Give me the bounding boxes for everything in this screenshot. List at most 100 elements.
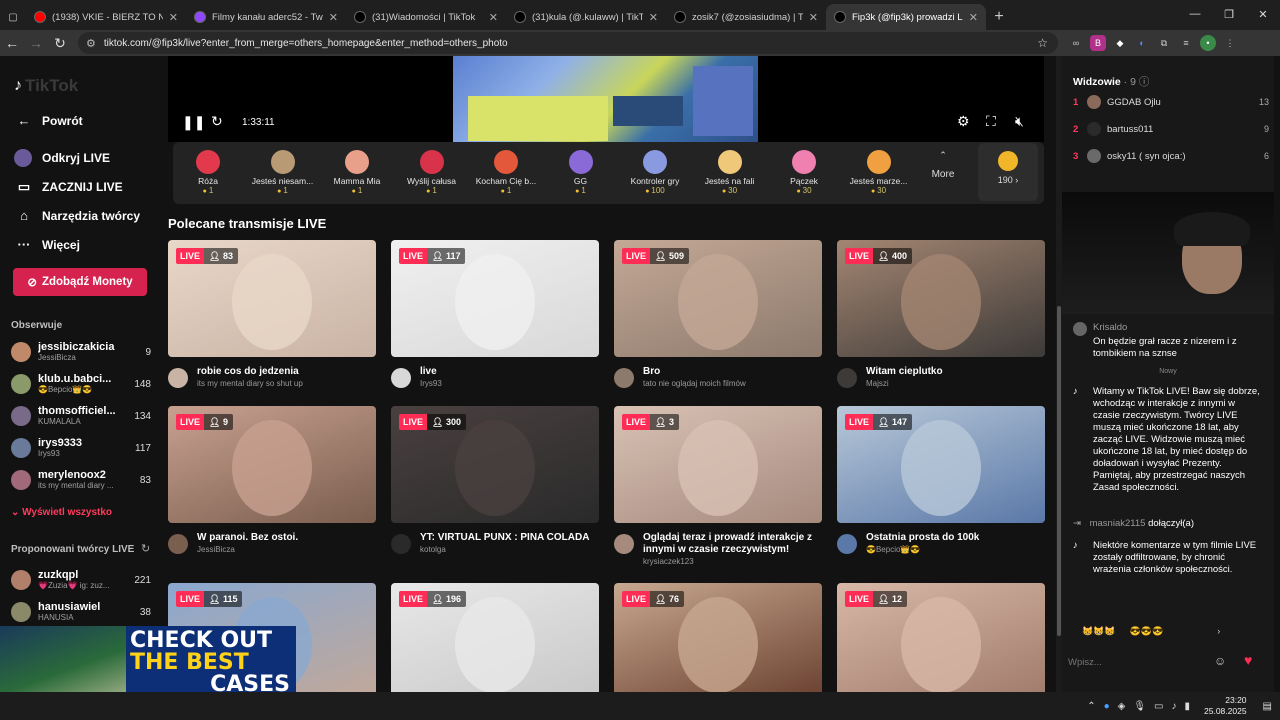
back-icon[interactable]: ← <box>0 31 24 55</box>
extension-icon-2[interactable]: B <box>1090 35 1106 51</box>
gift-item[interactable]: Wyślij całusa1 <box>397 146 467 195</box>
new-tab-button[interactable]: + <box>986 4 1012 30</box>
live-thumbnail[interactable]: LIVE 👤︎ 83 <box>168 240 376 357</box>
coin-balance[interactable]: 190 › <box>978 143 1038 201</box>
live-card[interactable]: LIVE 👤︎ 117 live Irys93 <box>391 240 599 389</box>
notifications-icon[interactable]: ▤ <box>1263 701 1272 712</box>
live-thumbnail[interactable]: LIVE 👤︎ 509 <box>614 240 822 357</box>
refresh-icon[interactable]: ↻ <box>141 542 150 555</box>
chevron-right-icon[interactable]: › <box>1217 626 1220 637</box>
live-thumbnail[interactable]: LIVE 👤︎ 3 <box>614 406 822 523</box>
browser-tab[interactable]: (31)kula (@.kulaww) | TikTok ✕ <box>506 4 666 30</box>
restore-icon[interactable]: ❐ <box>1212 0 1246 28</box>
tiktok-logo[interactable]: ♪ TikTok <box>14 76 78 96</box>
live-thumbnail[interactable]: LIVE 👤︎ 76 <box>614 583 822 700</box>
reading-list-icon[interactable]: ≡ <box>1178 35 1194 51</box>
gift-item[interactable]: Jesteś niesam...1 <box>248 146 318 195</box>
microphone-icon[interactable]: 🎙︎ <box>1133 701 1146 712</box>
suggested-item[interactable]: zuzkqpl 💗Zuzia💗 ig: zuz... 221 <box>11 567 151 593</box>
close-tab-icon[interactable]: ✕ <box>489 11 498 24</box>
heart-icon[interactable]: ♥ <box>1244 652 1252 668</box>
live-player[interactable]: ❚❚ ↻ 1:33:11 ⚙ ⛶ 🔇︎ <box>168 56 1044 142</box>
show-all-link[interactable]: ⌄ Wyświetl wszystko <box>11 507 112 518</box>
live-card[interactable]: LIVE 👤︎ 400 Witam cieplutko Majszi <box>837 240 1045 389</box>
gift-item[interactable]: Róża1 <box>173 146 243 195</box>
live-card[interactable]: LIVE 👤︎ 76 <box>614 583 822 700</box>
gift-item[interactable]: Mamma Mia1 <box>322 146 392 195</box>
extensions-puzzle-icon[interactable]: ⧉ <box>1156 35 1172 51</box>
live-thumbnail[interactable]: LIVE 👤︎ 400 <box>837 240 1045 357</box>
browser-tab[interactable]: Fip3k (@fip3k) prowadzi LIVE ✕ <box>826 4 986 30</box>
clock[interactable]: 23:20 25.08.2025 <box>1204 695 1247 717</box>
get-coins-button[interactable]: ⊘ Zdobądź Monety <box>13 268 147 296</box>
live-card[interactable]: LIVE 👤︎ 509 Bro tato nie oglądaj moich fil… <box>614 240 822 389</box>
live-thumbnail[interactable]: LIVE 👤︎ 12 <box>837 583 1045 700</box>
live-card[interactable]: LIVE 👤︎ 83 robie cos do jedzenia its my me… <box>168 240 376 389</box>
browser-tab[interactable]: Filmy kanału aderc52 - Twitch ✕ <box>186 4 346 30</box>
close-tab-icon[interactable]: ✕ <box>649 11 658 24</box>
following-item[interactable]: thomsofficiel... KUMALALA 134 <box>11 403 151 429</box>
live-thumbnail[interactable]: LIVE 👤︎ 117 <box>391 240 599 357</box>
nav-more[interactable]: ··· Więcej <box>14 237 80 252</box>
mute-icon[interactable]: 🔇︎ <box>1015 113 1024 130</box>
close-tab-icon[interactable]: ✕ <box>329 11 338 24</box>
gift-item[interactable]: Kocham Cię b...1 <box>471 146 541 195</box>
gift-item[interactable]: Jesteś marze...30 <box>844 146 914 195</box>
info-icon[interactable]: ⓘ <box>1139 76 1150 88</box>
following-item[interactable]: klub.u.babci... 😎Bepcio👑😎 148 <box>11 371 151 397</box>
bookmark-star-icon[interactable]: ☆ <box>1037 36 1048 50</box>
pause-icon[interactable]: ❚❚ <box>182 114 205 131</box>
extension-icon-3[interactable]: ◆ <box>1112 35 1128 51</box>
gift-item[interactable]: GG1 <box>546 146 616 195</box>
nav-discover-live[interactable]: Odkryj LIVE <box>14 149 110 167</box>
live-thumbnail[interactable]: LIVE 👤︎ 196 <box>391 583 599 700</box>
tab-search-icon[interactable]: ▢ <box>0 4 26 30</box>
chat-input[interactable] <box>1068 652 1208 672</box>
suggested-item[interactable]: hanusiawiel HANUSIA 38 <box>11 599 151 625</box>
tray-chevron-icon[interactable]: ⌃ <box>1087 701 1095 712</box>
live-card[interactable]: LIVE 👤︎ 196 <box>391 583 599 700</box>
more-gifts-button[interactable]: ⌃ More <box>925 150 961 180</box>
live-card[interactable]: LIVE 👤︎ 12 <box>837 583 1045 700</box>
network-icon[interactable]: ▭ <box>1154 701 1163 712</box>
live-thumbnail[interactable]: LIVE 👤︎ 300 <box>391 406 599 523</box>
following-item[interactable]: merylenoox2 its my mental diary ... 83 <box>11 467 151 493</box>
browser-tab[interactable]: (1938) VKIE - BIERZ TO NA WO ✕ <box>26 4 186 30</box>
tray-app-icon-2[interactable]: ◈ <box>1118 701 1126 712</box>
forward-icon[interactable]: → <box>24 31 48 55</box>
browser-tab[interactable]: zosik7 (@zosiasiudma) | TikTok ✕ <box>666 4 826 30</box>
nav-start-live[interactable]: ▭ ZACZNIJ LIVE <box>14 179 123 195</box>
browser-tab[interactable]: (31)Wiadomości | TikTok ✕ <box>346 4 506 30</box>
live-card[interactable]: LIVE 👤︎ 9 W paranoi. Bez ostoi. JessiBicza <box>168 406 376 555</box>
live-card[interactable]: LIVE 👤︎ 147 Ostatnia prosta do 100k 😎Bepci… <box>837 406 1045 555</box>
live-card[interactable]: LIVE 👤︎ 300 YT: VIRTUAL PUNX : PINA COLAD… <box>391 406 599 555</box>
reload-icon[interactable]: ↻ <box>48 31 72 55</box>
close-window-icon[interactable]: ✕ <box>1246 0 1280 28</box>
viewer-row[interactable]: 1 GGDAB Ojlu 13 <box>1073 92 1269 112</box>
tray-app-icon-1[interactable]: ● <box>1104 701 1110 712</box>
live-thumbnail[interactable]: LIVE 👤︎ 9 <box>168 406 376 523</box>
settings-gear-icon[interactable]: ⚙ <box>957 113 970 130</box>
close-tab-icon[interactable]: ✕ <box>169 11 178 24</box>
following-item[interactable]: irys9333 Irys93 117 <box>11 435 151 461</box>
site-info-icon[interactable]: ⚙ <box>86 37 96 50</box>
nav-back[interactable]: ← Powrót <box>14 113 83 128</box>
minimize-icon[interactable]: — <box>1178 0 1212 28</box>
gift-item[interactable]: Jesteś na fali30 <box>695 146 765 195</box>
emoji-icon[interactable]: ☺ <box>1214 654 1226 668</box>
fullscreen-icon[interactable]: ⛶ <box>986 113 996 130</box>
url-field[interactable]: ⚙ tiktok.com/@fip3k/live?enter_from_merg… <box>78 32 1058 54</box>
viewer-row[interactable]: 3 osky11 ( syn ojca:) 6 <box>1073 146 1269 166</box>
battery-icon[interactable]: ▮ <box>1184 701 1190 712</box>
gift-item[interactable]: Pączek30 <box>769 146 839 195</box>
emoji-chip-2[interactable]: 😎😎😎 <box>1130 626 1164 637</box>
profile-avatar-icon[interactable]: • <box>1200 35 1216 51</box>
browser-menu-icon[interactable]: ⋮ <box>1222 35 1238 51</box>
refresh-stream-icon[interactable]: ↻ <box>211 113 223 130</box>
extension-icon-4[interactable]: ◐ <box>1134 35 1150 51</box>
close-tab-icon[interactable]: ✕ <box>809 11 818 24</box>
following-item[interactable]: jessibiczakicia JessiBicza 9 <box>11 339 151 365</box>
close-tab-icon[interactable]: ✕ <box>969 11 978 24</box>
live-card[interactable]: LIVE 👤︎ 3 Oglądaj teraz i prowadź interak… <box>614 406 822 567</box>
viewer-row[interactable]: 2 bartuss011 9 <box>1073 119 1269 139</box>
